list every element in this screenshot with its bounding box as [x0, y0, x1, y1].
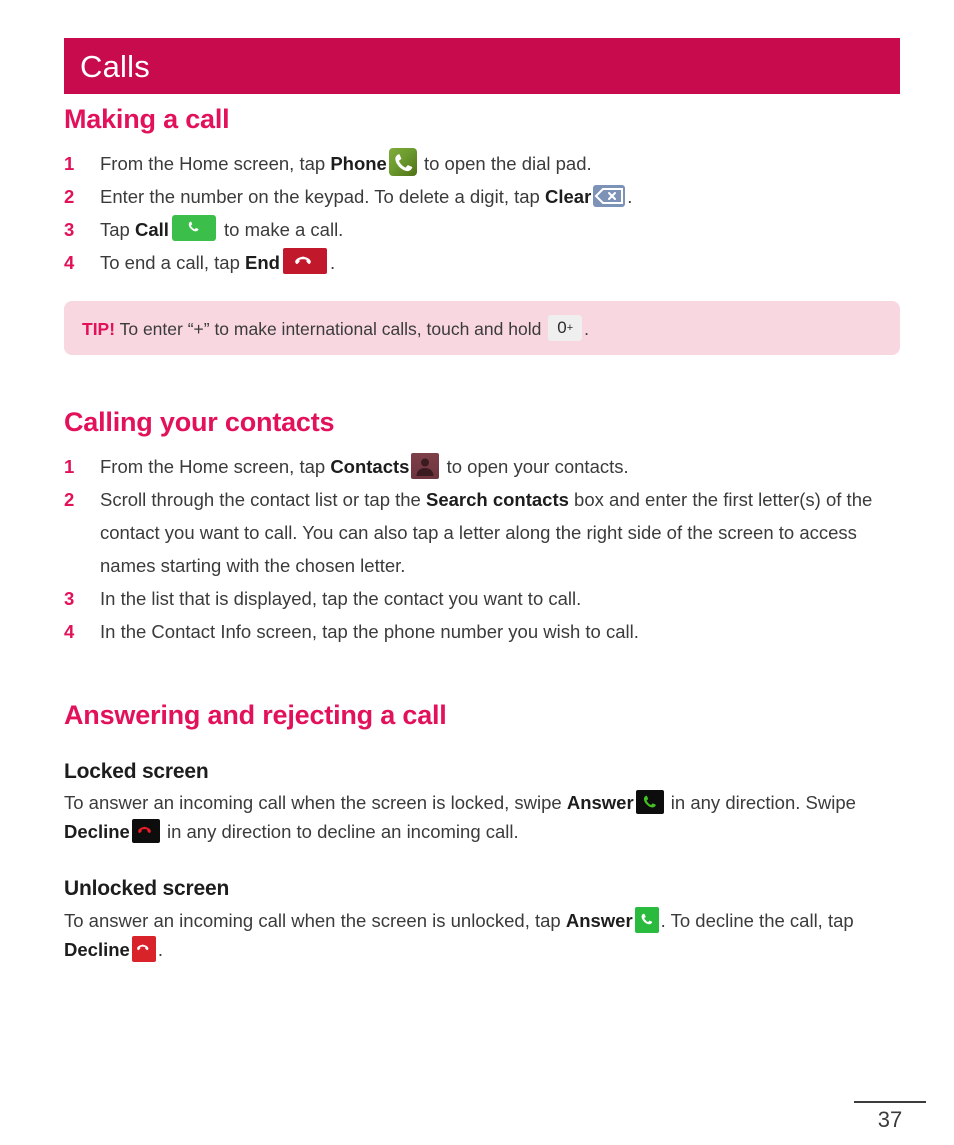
bold-term-decline: Decline [64, 938, 130, 960]
phone-home-icon [388, 148, 417, 177]
step-text: In the Contact Info screen, tap the phon… [100, 621, 639, 643]
body-text-mid: . To decline the call, tap [660, 909, 854, 931]
step-text: From the Home screen, tap Phone to open … [100, 147, 900, 180]
answer-locked-icon [635, 790, 664, 815]
step-number: 2 [64, 186, 75, 208]
clear-backspace-icon [593, 185, 626, 208]
list-item: 1 From the Home screen, tap Phone to ope… [64, 147, 900, 180]
tip-text-post: . [584, 319, 590, 340]
chapter-header-bar: Calls [64, 38, 900, 94]
call-button-icon [171, 215, 216, 242]
section-title-calling-your-contacts: Calling your contacts [64, 407, 335, 438]
decline-locked-icon [131, 819, 160, 844]
step-text-pre: To end a call, tap [100, 252, 246, 274]
step-text: Enter the number on the keypad. To delet… [100, 180, 900, 213]
step-bold-term: End [245, 252, 280, 274]
step-text: Tap Call to make a call. [100, 213, 900, 246]
body-text-mid: in any direction. Swipe [665, 792, 856, 814]
decline-unlocked-icon [131, 935, 156, 962]
zero-plus-key-icon: 0+ [548, 315, 583, 342]
page-footer: 37 [854, 1101, 926, 1131]
step-text-post: . [627, 186, 633, 208]
step-number: 4 [64, 621, 75, 643]
step-bold-term: Clear [545, 186, 592, 208]
body-text-post: in any direction to decline an incoming … [161, 821, 519, 843]
list-item: 2 Scroll through the contact list or tap… [64, 483, 900, 582]
step-number: 3 [64, 588, 75, 610]
step-bold-term: Contacts [330, 456, 410, 478]
contacts-icon [411, 453, 440, 480]
subsection-title-locked-screen: Locked screen [64, 760, 209, 784]
page-content: Making a call 1 From the Home screen, ta… [64, 104, 900, 964]
steps-list-making-a-call: 1 From the Home screen, tap Phone to ope… [64, 147, 900, 279]
step-text-post: . [329, 252, 336, 274]
step-text-post: to make a call. [218, 219, 344, 241]
step-text: From the Home screen, tap Contacts to op… [100, 450, 900, 483]
body-text-locked-screen: To answer an incoming call when the scre… [64, 788, 900, 846]
list-item: 3 In the list that is displayed, tap the… [64, 582, 900, 615]
bold-term-answer: Answer [565, 909, 633, 931]
step-text-post: to open your contacts. [441, 456, 629, 478]
bold-term-answer: Answer [566, 792, 634, 814]
tip-text-pre: To enter “+” to make international calls… [115, 319, 547, 340]
tip-box: TIP! To enter “+” to make international … [64, 301, 900, 356]
list-item: 1 From the Home screen, tap Contacts to … [64, 450, 900, 483]
list-item: 2 Enter the number on the keypad. To del… [64, 180, 900, 213]
section-title-making-a-call: Making a call [64, 104, 230, 134]
body-text-post: . [157, 938, 163, 960]
body-text-pre: To answer an incoming call when the scre… [64, 792, 567, 814]
tip-label: TIP! [82, 319, 116, 340]
end-call-icon [282, 248, 327, 275]
step-text-pre: Enter the number on the keypad. To delet… [100, 186, 545, 208]
step-text-pre: Tap [100, 219, 135, 241]
step-number: 1 [64, 153, 75, 175]
step-bold-term: Phone [330, 153, 387, 175]
step-text-post: to open the dial pad. [418, 153, 592, 175]
list-item: 3 Tap Call to make a call. [64, 213, 900, 246]
step-number: 3 [64, 219, 75, 241]
step-text: Scroll through the contact list or tap t… [100, 483, 900, 582]
list-item: 4 In the Contact Info screen, tap the ph… [64, 615, 900, 648]
step-text-pre: From the Home screen, tap [100, 153, 331, 175]
zero-key-plus: + [566, 322, 574, 335]
section-title-answering-and-rejecting: Answering and rejecting a call [64, 700, 447, 731]
step-bold-term: Search contacts [425, 489, 569, 511]
body-text-pre: To answer an incoming call when the scre… [64, 909, 566, 931]
answer-unlocked-icon [634, 906, 659, 933]
step-number: 1 [64, 456, 75, 478]
step-bold-term: Call [134, 219, 169, 241]
page-number: 37 [877, 1107, 903, 1132]
step-text-pre: From the Home screen, tap [100, 456, 331, 478]
step-number: 4 [64, 252, 75, 274]
step-text: In the list that is displayed, tap the c… [100, 588, 582, 610]
subsection-title-unlocked-screen: Unlocked screen [64, 877, 230, 901]
step-text: To end a call, tap End. [100, 246, 900, 279]
body-text-unlocked-screen: To answer an incoming call when the scre… [64, 906, 900, 964]
step-number: 2 [64, 489, 75, 511]
steps-list-calling-your-contacts: 1 From the Home screen, tap Contacts to … [64, 450, 900, 648]
step-text-pre: Scroll through the contact list or tap t… [100, 489, 426, 511]
zero-key-digit: 0 [557, 318, 567, 338]
footer-divider [854, 1101, 926, 1103]
list-item: 4 To end a call, tap End. [64, 246, 900, 279]
bold-term-decline: Decline [64, 821, 130, 843]
chapter-title: Calls [80, 48, 150, 84]
